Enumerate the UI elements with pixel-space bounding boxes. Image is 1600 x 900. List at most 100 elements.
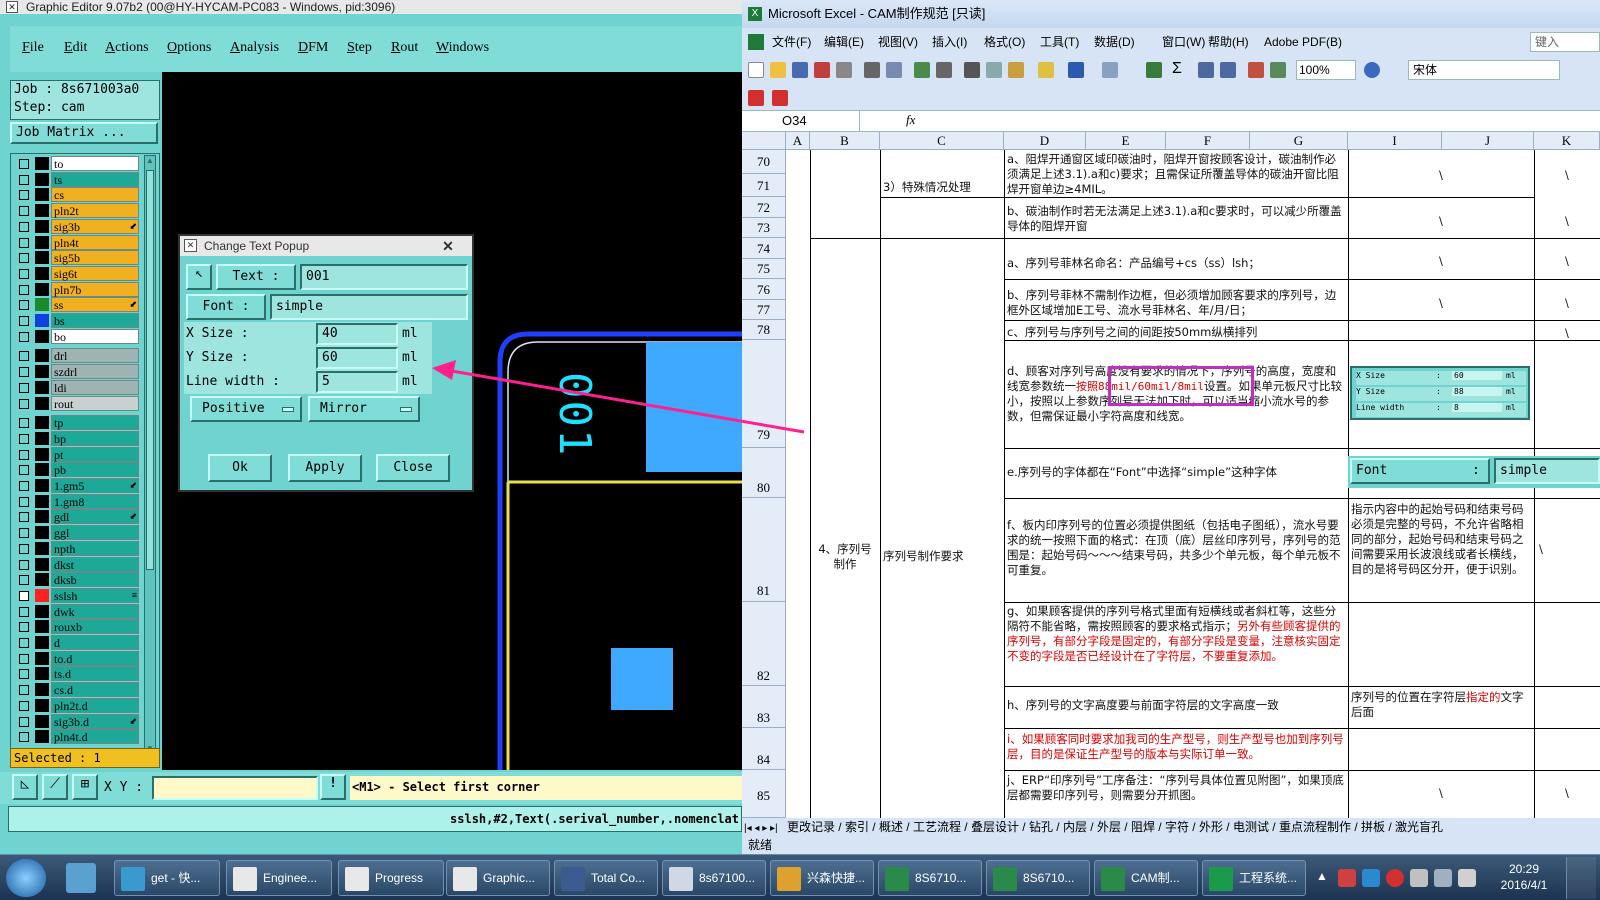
layer-checkbox[interactable] [19,367,29,378]
section-4-title[interactable]: 4、序列号制作 [810,540,880,574]
layer-row-dksb[interactable]: dksb [13,572,143,588]
layer-checkbox[interactable] [19,159,29,169]
layer-checkbox[interactable] [19,496,29,507]
layer-name[interactable]: ts [51,171,139,187]
xl-menu-view[interactable]: 视图(V) [878,30,918,54]
taskbar-item[interactable]: 8S6710... [878,860,982,896]
menu-actions[interactable]: Actions [105,40,149,56]
font-field[interactable]: simple [270,294,468,320]
layer-checkbox[interactable] [19,174,29,185]
xy-input[interactable] [152,776,318,800]
layer-color-swatch[interactable] [35,573,49,587]
layer-row-1.gm8[interactable]: 1.gm8 [13,493,143,509]
cell-backslash[interactable]: \ [1562,166,1572,185]
cell-4g[interactable]: g、如果顾客提供的序列号格式里面有短横线或者斜杠等，这些分隔符不能省略，需按照顾… [1004,602,1348,686]
text-label-button[interactable]: Text : [216,264,296,290]
layer-name[interactable]: dkst [51,556,139,572]
layer-name[interactable]: sig5b [51,250,139,266]
layer-color-swatch[interactable] [35,604,49,618]
row-header[interactable]: 78 [742,320,786,340]
section-3-title[interactable]: 3）特殊情况处理 [880,178,1004,197]
layer-name[interactable]: pb [51,462,139,478]
layer-color-swatch[interactable] [35,188,49,202]
layer-color-swatch[interactable] [35,416,49,430]
layer-row-ggl[interactable]: ggl [13,525,143,541]
layer-color-swatch[interactable] [35,683,49,697]
pdf-mail-icon[interactable] [772,90,788,106]
row-header[interactable]: 74 [742,238,786,259]
permission-icon[interactable] [814,62,830,78]
excel-titlebar[interactable]: X Microsoft Excel - CAM制作规范 [只读] [742,0,1600,28]
formula-input[interactable] [926,111,1600,131]
layer-row-to[interactable]: to [13,156,143,171]
paste-icon[interactable] [1008,62,1024,78]
select-all-corner[interactable] [742,132,786,150]
cell-backslash[interactable]: \ [1536,540,1546,559]
layer-checkbox[interactable] [19,433,29,444]
xl-menu-format[interactable]: 格式(O) [984,30,1025,54]
mirror-select[interactable]: Mirror [308,396,420,422]
menu-file[interactable]: File [22,40,44,56]
layer-name[interactable]: bs [51,313,139,328]
layer-checkbox[interactable] [19,512,29,523]
layer-name[interactable]: tp [51,415,139,431]
layer-row-npth[interactable]: npth [13,540,143,556]
row-header[interactable]: 71 [742,174,786,197]
print-icon[interactable] [864,62,880,78]
layer-row-ts.d[interactable]: ts.d [13,666,143,682]
cell-backslash[interactable]: \ [1436,212,1446,231]
layer-name[interactable]: ss [51,297,139,313]
menu-edit[interactable]: Edit [64,40,87,56]
apply-button[interactable]: Apply [288,454,362,482]
name-box[interactable]: O34 [742,111,860,131]
taskbar-item[interactable]: Graphic... [446,860,550,896]
menu-dfm[interactable]: DFM [298,40,328,56]
layer-color-swatch[interactable] [35,447,49,461]
sheet-tabs[interactable]: |◂ ◂ ▸ ▸| 更改记录 / 索引 / 概述 / 工艺流程 / 叠层设计 /… [742,818,1600,836]
flag-icon[interactable] [1410,869,1428,887]
layer-color-swatch[interactable] [35,479,49,492]
polarity-select[interactable]: Positive [190,396,302,422]
layer-checkbox[interactable] [19,206,29,217]
layer-name[interactable]: cs [51,187,139,203]
layer-checkbox[interactable] [19,316,29,326]
layer-row-ldi[interactable]: ldi [13,379,143,395]
layer-name[interactable]: to.d [51,650,139,666]
layer-checkbox[interactable] [19,700,29,711]
layer-color-swatch[interactable] [35,365,49,379]
layer-row-pb[interactable]: pb [13,462,143,478]
xl-menu-tools[interactable]: 工具(T) [1040,30,1079,54]
layer-color-swatch[interactable] [35,620,49,634]
layer-row-d[interactable]: d [13,635,143,650]
cell-4b[interactable]: b、序列号菲林不需制作边框，但必须增加顾客要求的序列号，边框外区域增加E工号、流… [1004,286,1348,320]
volume-icon[interactable] [1458,869,1476,887]
layer-checkbox[interactable] [19,481,29,491]
font-label-button[interactable]: Font : [186,294,266,320]
layer-checkbox[interactable] [19,590,29,601]
autosum-icon[interactable]: Σ [1172,60,1182,78]
layer-color-swatch[interactable] [35,636,49,649]
layer-name[interactable]: ldi [51,379,139,395]
layer-color-swatch[interactable] [35,667,49,681]
layer-color-swatch[interactable] [35,714,49,728]
xl-menu-data[interactable]: 数据(D) [1094,30,1135,54]
y-size-field[interactable]: 60 [316,347,398,369]
layer-checkbox[interactable] [19,190,29,201]
help-icon[interactable] [1364,62,1380,78]
layer-row-bp[interactable]: bp [13,430,143,446]
xl-menu-file[interactable]: 文件(F) [772,30,811,54]
menu-step[interactable]: Step [347,40,372,56]
cell-3b[interactable]: b、碳油制作时若无法满足上述3.1).a和c要求时，可以减少所覆盖导体的阻焊开窗 [1004,202,1348,238]
layer-row-pln2t.d[interactable]: pln2t.d [13,697,143,713]
layer-checkbox[interactable] [19,221,29,232]
xl-menu-window[interactable]: 窗口(W) [1162,30,1205,54]
layer-row-drl[interactable]: drl [13,348,143,364]
layer-checkbox[interactable] [19,528,29,539]
layer-color-swatch[interactable] [35,557,49,571]
redo-icon[interactable] [1102,62,1118,78]
col-c[interactable]: C [880,132,1004,150]
cell-backslash[interactable]: \ [1562,212,1572,231]
copy-icon[interactable] [986,62,1002,78]
layer-name[interactable]: bo [51,328,139,344]
pointer-icon[interactable]: ↖ [186,264,212,290]
